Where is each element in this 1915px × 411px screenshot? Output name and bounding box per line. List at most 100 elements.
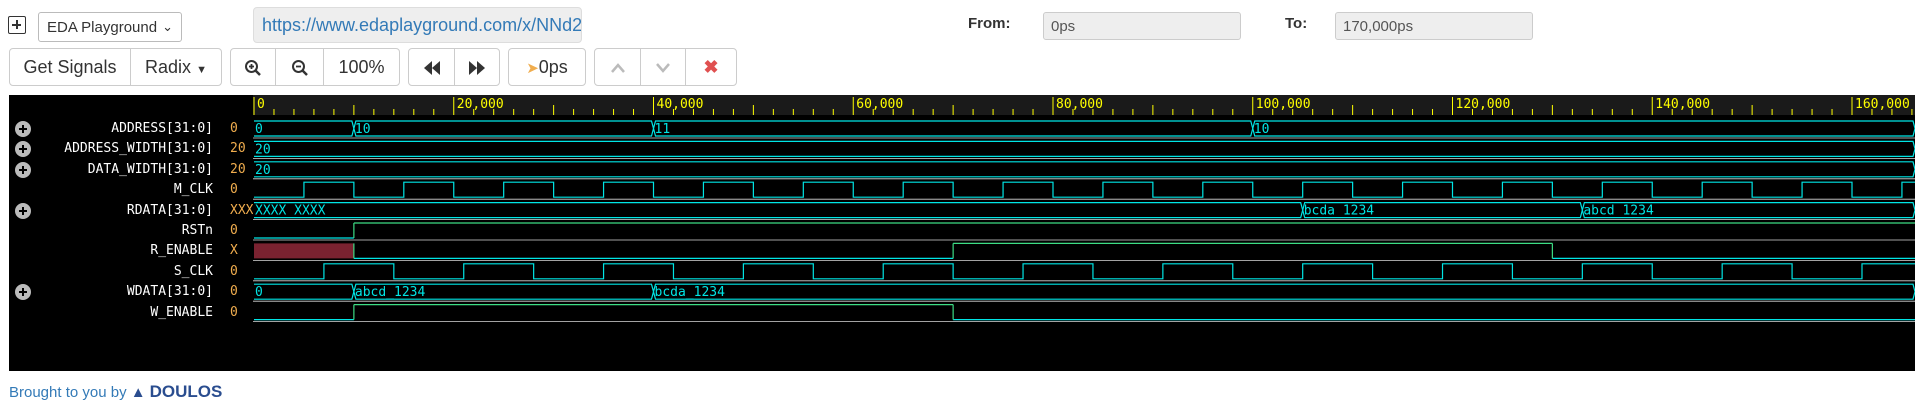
bus-segment [652,120,1254,137]
signal-name: RSTn [181,223,213,238]
bus-segment [254,283,355,300]
expand-signal-icon[interactable] [15,121,31,137]
bus-segment [254,120,355,137]
expand-signal-icon[interactable] [15,141,31,158]
signal-value: 0 [230,263,238,279]
ruler-label: 120,000 [1456,97,1511,112]
footer-text: Brought to you by [9,384,127,401]
signal-value: 0 [230,223,238,238]
signal-name: W_ENABLE [150,304,213,320]
signal-row[interactable]: S_CLK 0 [9,261,253,283]
signal-row[interactable]: ADDRESS_WIDTH[31:0] 20 [9,138,253,160]
signal-value: XXX [230,202,254,218]
close-icon: ✖ [703,57,719,77]
ruler-label: 60,000 [856,97,903,112]
signal-value: 0 [230,304,238,320]
previous-edge-button[interactable] [594,48,641,86]
from-input[interactable]: 0ps [1043,12,1241,40]
bus-value: 11 [655,122,671,137]
ruler-label: 0 [257,97,265,112]
chevron-up-icon [610,63,625,74]
footer: Brought to you by ▲ DOULOS [9,382,222,402]
bus-segment [652,283,1915,300]
bus-value: bcda_1234 [1304,204,1375,219]
bus-value: 20 [255,163,271,178]
zoom-in-icon [245,60,261,77]
signal-row[interactable]: RDATA[31:0] XXX [9,200,253,222]
signal-value: 0 [230,121,238,136]
cursor-arrow-icon: ➤ [526,60,539,77]
chevron-down-icon: ⌄ [162,19,173,34]
clock-wave [254,181,1915,198]
to-input[interactable]: 170,000ps [1335,12,1533,40]
signal-row[interactable]: R_ENABLE X [9,240,253,262]
zoom-out-icon [291,60,308,77]
fast-backward-icon [423,61,440,76]
bus-value: 10 [1254,122,1270,137]
waveform-canvas[interactable]: 0 20,000 40,000 60,000 80,000 100,000 120,000 1… [253,95,1915,371]
zoom-level[interactable]: 100% [323,48,400,86]
bus-segment [1252,120,1915,137]
radix-button[interactable]: Radix ▼ [130,48,222,86]
ruler-label: 40,000 [657,97,704,112]
remove-signal-button[interactable]: ✖ [685,48,737,86]
bus-segment [254,202,1304,219]
signal-name: WDATA[31:0] [126,284,213,300]
bus-segment [254,140,1915,157]
signal-name: S_CLK [173,263,213,279]
signal-value: 0 [230,284,238,300]
playground-url[interactable]: https://www.edaplayground.com/x/NNd2 [253,7,582,43]
fast-forward-icon [469,61,485,76]
expand-signal-icon[interactable] [15,284,31,301]
doulos-logo[interactable]: DOULOS [150,382,223,401]
bus-segment [353,120,655,137]
toolbar: Get Signals Radix ▼ 100% ➤0ps ✖ [0,48,1915,88]
signal-value: 20 [230,141,246,157]
expand-all-icon[interactable] [8,16,26,34]
signal-row[interactable]: M_CLK 0 [9,179,253,201]
signal-value: 20 [230,161,246,177]
zoom-out-button[interactable] [275,48,324,86]
signal-name: RDATA[31:0] [126,202,213,218]
signal-row[interactable]: WDATA[31:0] 0 [9,281,253,303]
next-edge-button[interactable] [640,48,686,86]
cursor-time: 0ps [538,57,568,77]
caret-down-icon: ▼ [196,64,207,76]
bus-value: abcd_1234 [355,285,426,300]
expand-signal-icon[interactable] [15,202,31,219]
bus-value: 0 [255,122,263,137]
signal-name-panel: ADDRESS[31:0] 0 ADDRESS_WIDTH[31:0] 20 DATA_… [9,95,253,371]
ruler-label: 100,000 [1256,97,1311,112]
bus-value: XXXX_XXXX [255,204,326,219]
ruler-label: 140,000 [1655,97,1710,112]
ruler-label: 160,000 [1855,97,1910,112]
signal-row[interactable]: RSTn 0 [9,220,253,242]
waveform-viewer: ADDRESS[31:0] 0 ADDRESS_WIDTH[31:0] 20 DATA_… [9,95,1915,371]
radix-label: Radix [145,57,192,77]
signal-name: R_ENABLE [150,243,213,259]
bus-value: abcd_1234 [1583,204,1654,219]
signal-row[interactable]: W_ENABLE 0 [9,302,253,324]
bus-value: 20 [255,142,271,157]
expand-signal-icon[interactable] [15,161,31,178]
signal-value: X [230,243,238,259]
zoom-in-button[interactable] [230,48,276,86]
from-label: From: [968,15,1011,32]
jump-start-button[interactable] [408,48,455,86]
bus-value: 10 [355,122,371,137]
playground-select[interactable]: EDA Playground ⌄ [38,12,182,42]
bus-value: bcda_1234 [655,285,726,300]
ruler-label: 80,000 [1056,97,1103,112]
signal-name: ADDRESS[31:0] [111,121,213,136]
chevron-down-icon [656,63,670,74]
get-signals-button[interactable]: Get Signals [9,48,131,86]
signal-name: ADDRESS_WIDTH[31:0] [64,141,213,157]
ruler-label: 20,000 [457,97,504,112]
clock-wave [254,263,1915,280]
signal-row[interactable]: ADDRESS[31:0] 0 [9,118,253,140]
signal-name: M_CLK [173,182,213,198]
cursor-button[interactable]: ➤0ps [508,48,586,86]
signal-row[interactable]: DATA_WIDTH[31:0] 20 [9,159,253,181]
jump-end-button[interactable] [454,48,500,86]
doulos-logo-icon[interactable]: ▲ [131,384,146,401]
